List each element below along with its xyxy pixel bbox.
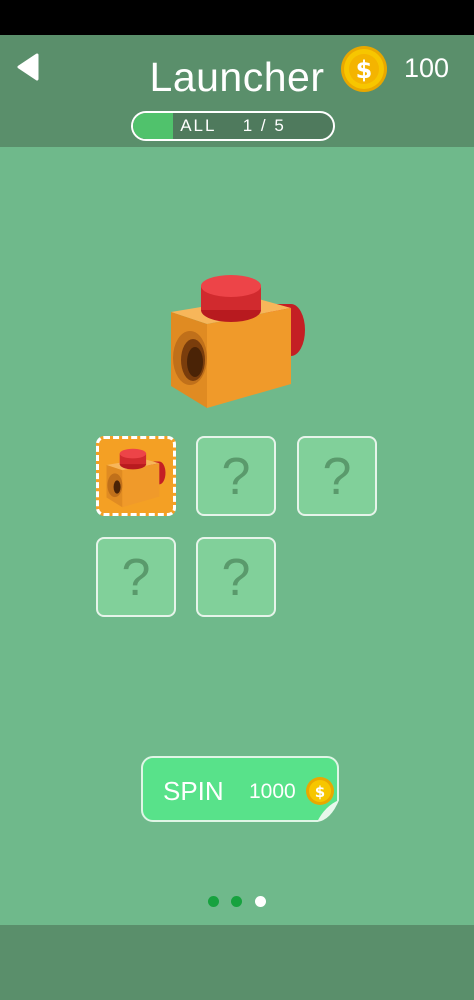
- orange-cube-launcher-item: [171, 275, 305, 408]
- collection-slot-1[interactable]: [96, 436, 176, 516]
- page-dot-2[interactable]: [231, 896, 242, 907]
- spin-cost: 1000: [249, 780, 296, 803]
- page-dot-3[interactable]: [255, 896, 266, 907]
- collection-progress-bar: ALL 1 / 5: [131, 111, 335, 141]
- page-title: Launcher: [149, 54, 325, 100]
- collection-slot-3[interactable]: ?: [297, 436, 377, 516]
- svg-text:$: $: [315, 783, 325, 801]
- status-bar: [0, 0, 474, 35]
- spin-button[interactable]: SPIN 1000 $: [141, 756, 339, 822]
- svg-text:$: $: [356, 56, 373, 84]
- locked-question-mark: ?: [322, 448, 352, 506]
- collection-slot-2[interactable]: ?: [196, 436, 276, 516]
- page-curl-decoration: [317, 800, 339, 822]
- page-indicator: [203, 896, 273, 908]
- collection-slot-5[interactable]: ?: [196, 537, 276, 617]
- locked-question-mark: ?: [121, 549, 151, 607]
- dollar-coin-icon: $: [341, 46, 387, 92]
- page-dot-1[interactable]: [208, 896, 219, 907]
- progress-text: ALL 1 / 5: [180, 116, 286, 135]
- spin-label: SPIN: [163, 776, 224, 806]
- orange-cube-launcher-item: [106, 448, 166, 508]
- coin-balance: 100: [404, 53, 450, 83]
- bottom-bar: [0, 925, 474, 1000]
- locked-question-mark: ?: [221, 448, 251, 506]
- locked-question-mark: ?: [221, 549, 251, 607]
- collection-slot-4[interactable]: ?: [96, 537, 176, 617]
